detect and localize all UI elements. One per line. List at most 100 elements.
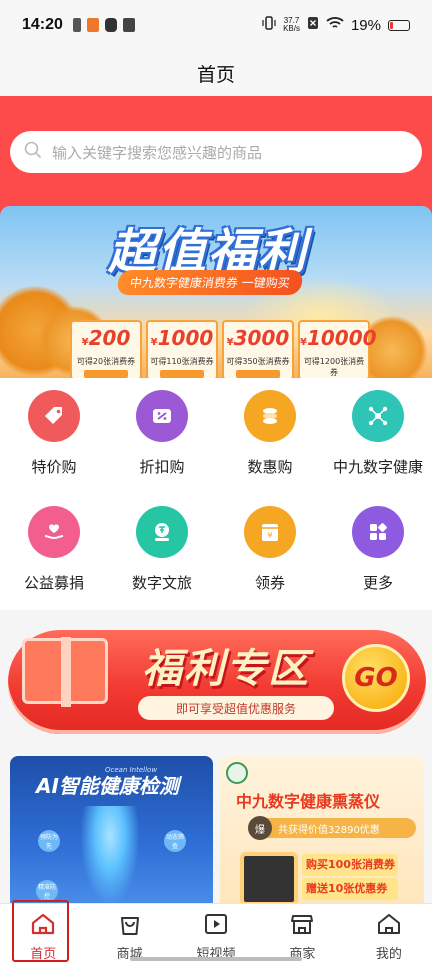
network-speed-unit: KB/s [283, 24, 300, 33]
user-home-icon [376, 912, 402, 940]
heart-hand-icon [28, 506, 80, 558]
feature-badge: 预防为先 [38, 830, 60, 852]
link-notification-icon [104, 18, 117, 32]
network-speed: 37.7 KB/s [283, 17, 300, 33]
voucher-currency: ¥ [226, 337, 234, 348]
fumigation-device-card[interactable]: 中九数字健康熏蒸仪 共获得价值32890优惠 爆 购买100张消费券 赠送10张… [220, 756, 424, 906]
category-label: 数字文旅 [131, 574, 192, 592]
voucher-amount: 10000 [306, 326, 377, 350]
coins-icon [244, 390, 296, 442]
battery-fill [390, 21, 393, 29]
promo-line: 赠送10张优惠券 [302, 878, 398, 900]
discount-ticket-icon [136, 390, 188, 442]
category-grid: 特价购 折扣购 数惠购 中九数字健康 公益募捐 数字文旅 ¥ 领券 更多 [0, 378, 432, 610]
voucher-amount: 3000 [233, 326, 290, 350]
coupon-icon: ¥ [244, 506, 296, 558]
value-banner: 共获得价值32890优惠 [248, 818, 416, 838]
tab-merchants[interactable]: 商家 [259, 904, 345, 964]
category-label: 中九数字健康 [332, 458, 423, 476]
travel-coin-icon [136, 506, 188, 558]
category-item-more[interactable]: 更多 [324, 494, 432, 610]
ai-health-detection-card[interactable]: AI智能健康检测 Ocean Intellow 预防为先 动态筛查 精准防控 [10, 756, 213, 906]
voucher-desc: 可得20张消费券 [76, 357, 136, 366]
notification-icons [72, 18, 135, 32]
hot-badge: 爆 [248, 816, 272, 840]
welfare-zone-tagline: 即可享受超值优惠服务 [138, 696, 334, 720]
tag-icon [28, 390, 80, 442]
search-icon [24, 141, 52, 163]
card-small-text: Ocean Intellow [105, 766, 158, 774]
sim-icon [72, 18, 81, 32]
voucher-card[interactable]: ¥3000 可得350张消费券 [222, 320, 294, 378]
wifi-icon [326, 16, 344, 34]
status-time: 14:20 [22, 16, 63, 33]
tab-short-video[interactable]: 短视频 [173, 904, 259, 964]
vibrate-icon [262, 16, 276, 34]
tab-profile[interactable]: 我的 [346, 904, 432, 964]
go-button[interactable]: GO [342, 644, 410, 712]
category-item-discount[interactable]: 折扣购 [108, 378, 216, 494]
no-sim-icon [307, 16, 319, 34]
voucher-currency: ¥ [81, 337, 89, 348]
store-icon [289, 912, 315, 940]
body-scan-illustration [80, 806, 140, 906]
tab-mall[interactable]: 商城 [86, 904, 172, 964]
status-bar: 14:20 37.7 KB/s 19% [0, 0, 432, 50]
category-label: 领券 [254, 574, 285, 592]
category-item-special-price[interactable]: 特价购 [0, 378, 108, 494]
feature-badge: 精准防控 [36, 880, 58, 902]
category-item-charity[interactable]: 公益募捐 [0, 494, 108, 610]
category-item-digital-benefit[interactable]: 数惠购 [216, 378, 324, 494]
voucher-buy-button[interactable] [160, 370, 204, 378]
voucher-amount: 200 [88, 326, 131, 350]
category-item-digital-health[interactable]: 中九数字健康 [324, 378, 432, 494]
tab-label: 我的 [375, 947, 402, 962]
voucher-buy-button[interactable] [84, 370, 128, 378]
active-tab-highlight [12, 900, 69, 962]
battery-icon [388, 19, 410, 31]
message-notification-icon [122, 18, 135, 32]
category-label: 折扣购 [139, 458, 185, 476]
voucher-card[interactable]: ¥10000 可得1200张消费券 [298, 320, 377, 378]
more-grid-icon [352, 506, 404, 558]
category-label: 数惠购 [247, 458, 293, 476]
brand-logo [226, 762, 248, 784]
promo-lines: 购买100张消费券 赠送10张优惠券 [302, 854, 398, 902]
search-input[interactable]: 输入关键字搜索您感兴趣的商品 [10, 131, 422, 173]
category-item-coupons[interactable]: ¥ 领券 [216, 494, 324, 610]
system-home-indicator[interactable] [130, 957, 302, 961]
status-right: 37.7 KB/s 19% [262, 16, 410, 34]
welfare-zone-section: 福利专区 即可享受超值优惠服务 GO [0, 610, 432, 746]
app-notification-icon [86, 18, 99, 32]
svg-text:¥: ¥ [267, 531, 272, 540]
shopping-bag-icon [117, 912, 143, 940]
voucher-desc: 可得110张消费券 [150, 357, 214, 366]
voucher-card[interactable]: ¥200 可得20张消费券 [70, 320, 142, 378]
page-title-bar: 首页 [0, 50, 432, 96]
category-item-digital-travel[interactable]: 数字文旅 [108, 494, 216, 610]
voucher-card[interactable]: ¥1000 可得110张消费券 [146, 320, 218, 378]
network-icon [352, 390, 404, 442]
feature-badge: 动态筛查 [164, 830, 186, 852]
banner-subtitle: 中九数字健康消费券 一键购买 [116, 270, 304, 295]
voucher-desc: 可得1200张消费券 [303, 357, 365, 377]
voucher-currency: ¥ [150, 337, 158, 348]
video-play-icon [203, 912, 229, 940]
voucher-buy-button[interactable] [236, 370, 280, 378]
voucher-currency: ¥ [300, 337, 307, 348]
promo-banner[interactable]: 超值福利 中九数字健康消费券 一键购买 ¥200 可得20张消费券 ¥1000 … [0, 206, 432, 378]
search-placeholder: 输入关键字搜索您感兴趣的商品 [52, 143, 263, 162]
welfare-zone-title: 福利专区 [142, 646, 310, 692]
voucher-desc: 可得350张消费券 [226, 357, 290, 366]
page-title: 首页 [196, 63, 235, 86]
promo-line: 购买100张消费券 [302, 854, 398, 876]
category-label: 更多 [362, 574, 393, 592]
voucher-amount: 1000 [157, 326, 214, 350]
card-title: 中九数字健康熏蒸仪 [236, 792, 381, 811]
voucher-list: ¥200 可得20张消费券 ¥1000 可得110张消费券 ¥3000 可得35… [70, 320, 377, 378]
category-label: 公益募捐 [23, 574, 84, 592]
battery-percent: 19% [350, 16, 381, 34]
device-image [240, 852, 298, 906]
card-title: AI智能健康检测 [36, 774, 179, 798]
home-screen: 14:20 37.7 KB/s 19% 首页 输入关键字搜索您感兴趣的商品 超值… [0, 0, 432, 964]
